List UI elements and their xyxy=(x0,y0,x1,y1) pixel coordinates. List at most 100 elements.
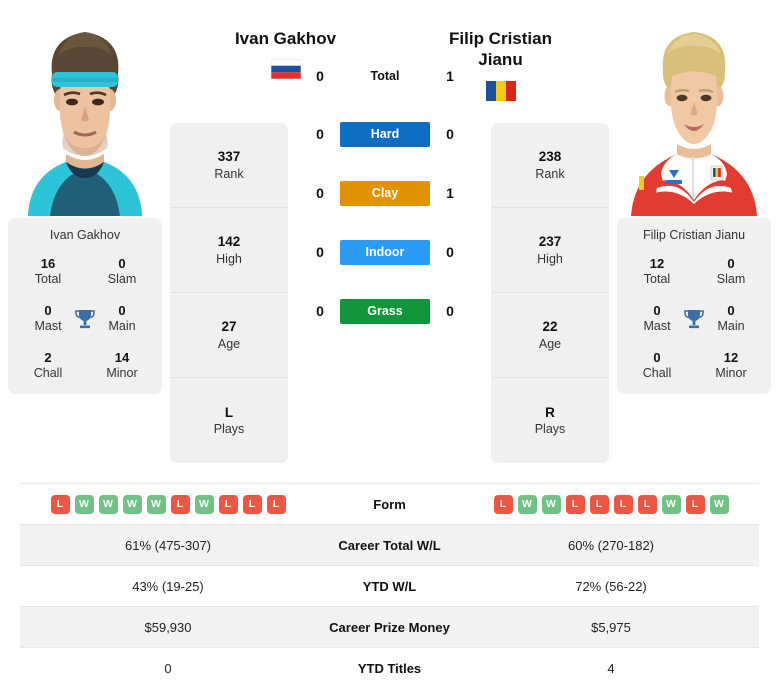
form-badge[interactable]: W xyxy=(122,494,142,514)
h2h-indoor-left-score: 0 xyxy=(316,244,324,260)
player-comparison-page: Ivan Gakhov 16 Total 0 Slam 0 Mast 0 Mai… xyxy=(0,0,779,699)
left-plays-label: Plays xyxy=(213,422,245,437)
form-badge[interactable]: W xyxy=(98,494,118,514)
h2h-row-grass[interactable]: 0 Grass 0 xyxy=(292,297,478,325)
left-plays-value: L xyxy=(224,404,234,420)
right-player-name-line1: Filip Cristian xyxy=(449,29,552,48)
right-titles-total-label: Total xyxy=(643,272,671,287)
right-player-card-name: Filip Cristian Jianu xyxy=(642,228,746,242)
right-titles-slam: 0 Slam xyxy=(705,256,757,288)
right-high-label: High xyxy=(537,251,563,266)
left-high-block: 142 High xyxy=(170,208,288,293)
right-titles-total-value: 12 xyxy=(649,256,665,271)
left-titles-chall-label: Chall xyxy=(33,366,63,380)
left-plays-block: L Plays xyxy=(170,378,288,463)
left-rank-label: Rank xyxy=(214,166,244,181)
h2h-hard-right-score: 0 xyxy=(446,126,454,142)
left-form-badges: LWWWWLWLLL xyxy=(20,494,316,514)
form-badge[interactable]: L xyxy=(266,494,286,514)
right-age-label: Age xyxy=(538,336,562,351)
right-plays-label: Plays xyxy=(534,422,566,437)
form-badge[interactable]: W xyxy=(517,494,537,514)
left-age-value: 27 xyxy=(221,319,237,335)
table-row-form: LWWWWLWLLL Form LWWLLLLWLW xyxy=(20,483,759,525)
right-titles-chall: 0 Chall xyxy=(631,350,683,382)
right-titles-row-2: 0 Mast 0 Main xyxy=(621,303,767,335)
left-titles-chall: 2 Chall xyxy=(22,350,74,382)
right-titles-grid: 12 Total 0 Slam 0 Mast 0 Main 0 Chall 12… xyxy=(621,256,767,382)
right-titles-minor-label: Minor xyxy=(715,366,747,380)
form-badge[interactable]: L xyxy=(637,494,657,514)
h2h-surface-list: 0 Total 1 0 Hard 0 0 Clay 1 0 Indoor 0 0… xyxy=(285,62,485,325)
right-titles-main-label: Main xyxy=(717,319,745,334)
h2h-grass-right-score: 0 xyxy=(446,303,454,319)
form-badge[interactable]: W xyxy=(661,494,681,514)
h2h-total-left-score: 0 xyxy=(316,68,324,84)
career-prize-money-right: $5,975 xyxy=(591,619,631,635)
h2h-row-indoor[interactable]: 0 Indoor 0 xyxy=(292,238,478,266)
h2h-row-total: 0 Total 1 xyxy=(292,62,478,90)
left-player-photo xyxy=(8,8,162,216)
left-player-stats-column: 337 Rank 142 High 27 Age L Plays xyxy=(170,123,288,463)
right-titles-main-value: 0 xyxy=(727,302,735,318)
left-titles-main-label: Main xyxy=(108,319,136,334)
ytd-titles-left: 0 xyxy=(164,660,172,676)
form-badge[interactable]: L xyxy=(565,494,585,514)
comparison-header: Ivan Gakhov 16 Total 0 Slam 0 Mast 0 Mai… xyxy=(0,0,779,472)
h2h-total-right-score: 1 xyxy=(446,68,454,84)
ytd-wl-right: 72% (56-22) xyxy=(575,578,647,594)
left-player-titles-card: Ivan Gakhov 16 Total 0 Slam 0 Mast 0 Mai… xyxy=(8,218,162,394)
trophy-icon xyxy=(681,306,707,332)
left-player-name: Ivan Gakhov xyxy=(234,29,337,48)
form-badge[interactable]: L xyxy=(218,494,238,514)
right-high-value: 237 xyxy=(538,234,562,250)
career-total-wl-left: 61% (475-307) xyxy=(125,537,211,553)
table-row-ytd-wl: 43% (19-25) YTD W/L 72% (56-22) xyxy=(20,565,759,607)
left-titles-minor-label: Minor xyxy=(106,366,138,380)
form-left-cell: LWWWWLWLLL xyxy=(20,484,316,525)
right-titles-mast-label: Mast xyxy=(643,319,671,334)
left-titles-chall-value: 2 xyxy=(44,349,52,365)
right-titles-minor-value: 12 xyxy=(723,349,739,365)
h2h-clay-left-score: 0 xyxy=(316,185,324,201)
left-player-card-name: Ivan Gakhov xyxy=(49,228,121,242)
left-titles-mast-label: Mast xyxy=(34,319,62,334)
right-plays-block: R Plays xyxy=(491,378,609,463)
form-badge[interactable]: L xyxy=(170,494,190,514)
h2h-row-clay[interactable]: 0 Clay 1 xyxy=(292,179,478,207)
right-player-titles-card: Filip Cristian Jianu 12 Total 0 Slam 0 M… xyxy=(617,218,771,394)
left-age-block: 27 Age xyxy=(170,293,288,378)
right-form-badges: LWWLLLLWLW xyxy=(463,494,759,514)
left-titles-minor-value: 14 xyxy=(114,349,130,365)
left-titles-total: 16 Total xyxy=(22,256,74,288)
form-badge[interactable]: L xyxy=(50,494,70,514)
left-age-label: Age xyxy=(217,336,241,351)
left-titles-main-value: 0 xyxy=(118,302,126,318)
form-badge[interactable]: W xyxy=(194,494,214,514)
form-badge[interactable]: W xyxy=(74,494,94,514)
form-badge[interactable]: W xyxy=(146,494,166,514)
form-badge[interactable]: L xyxy=(685,494,705,514)
left-titles-row-2: 0 Mast 0 Main xyxy=(12,303,158,335)
right-player-photo-column: Filip Cristian Jianu 12 Total 0 Slam 0 M… xyxy=(609,0,779,472)
right-player-photo xyxy=(617,8,771,216)
table-row-career-total-wl: 61% (475-307) Career Total W/L 60% (270-… xyxy=(20,524,759,566)
form-badge[interactable]: L xyxy=(242,494,262,514)
right-titles-chall-value: 0 xyxy=(653,349,661,365)
form-badge[interactable]: L xyxy=(493,494,513,514)
left-titles-slam: 0 Slam xyxy=(96,256,148,288)
right-age-value: 22 xyxy=(542,319,558,335)
form-badge[interactable]: W xyxy=(541,494,561,514)
h2h-indoor-right-score: 0 xyxy=(446,244,454,260)
table-row-ytd-titles: 0 YTD Titles 4 xyxy=(20,647,759,689)
h2h-row-hard[interactable]: 0 Hard 0 xyxy=(292,120,478,148)
left-player-photo-column: Ivan Gakhov 16 Total 0 Slam 0 Mast 0 Mai… xyxy=(0,0,170,472)
left-titles-total-label: Total xyxy=(34,272,62,287)
left-rank-value: 337 xyxy=(217,149,241,165)
form-badge[interactable]: W xyxy=(709,494,729,514)
right-titles-total: 12 Total xyxy=(631,256,683,288)
form-badge[interactable]: L xyxy=(589,494,609,514)
right-titles-row-1: 12 Total 0 Slam xyxy=(621,256,767,288)
form-badge[interactable]: L xyxy=(613,494,633,514)
h2h-clay-right-score: 1 xyxy=(446,185,454,201)
